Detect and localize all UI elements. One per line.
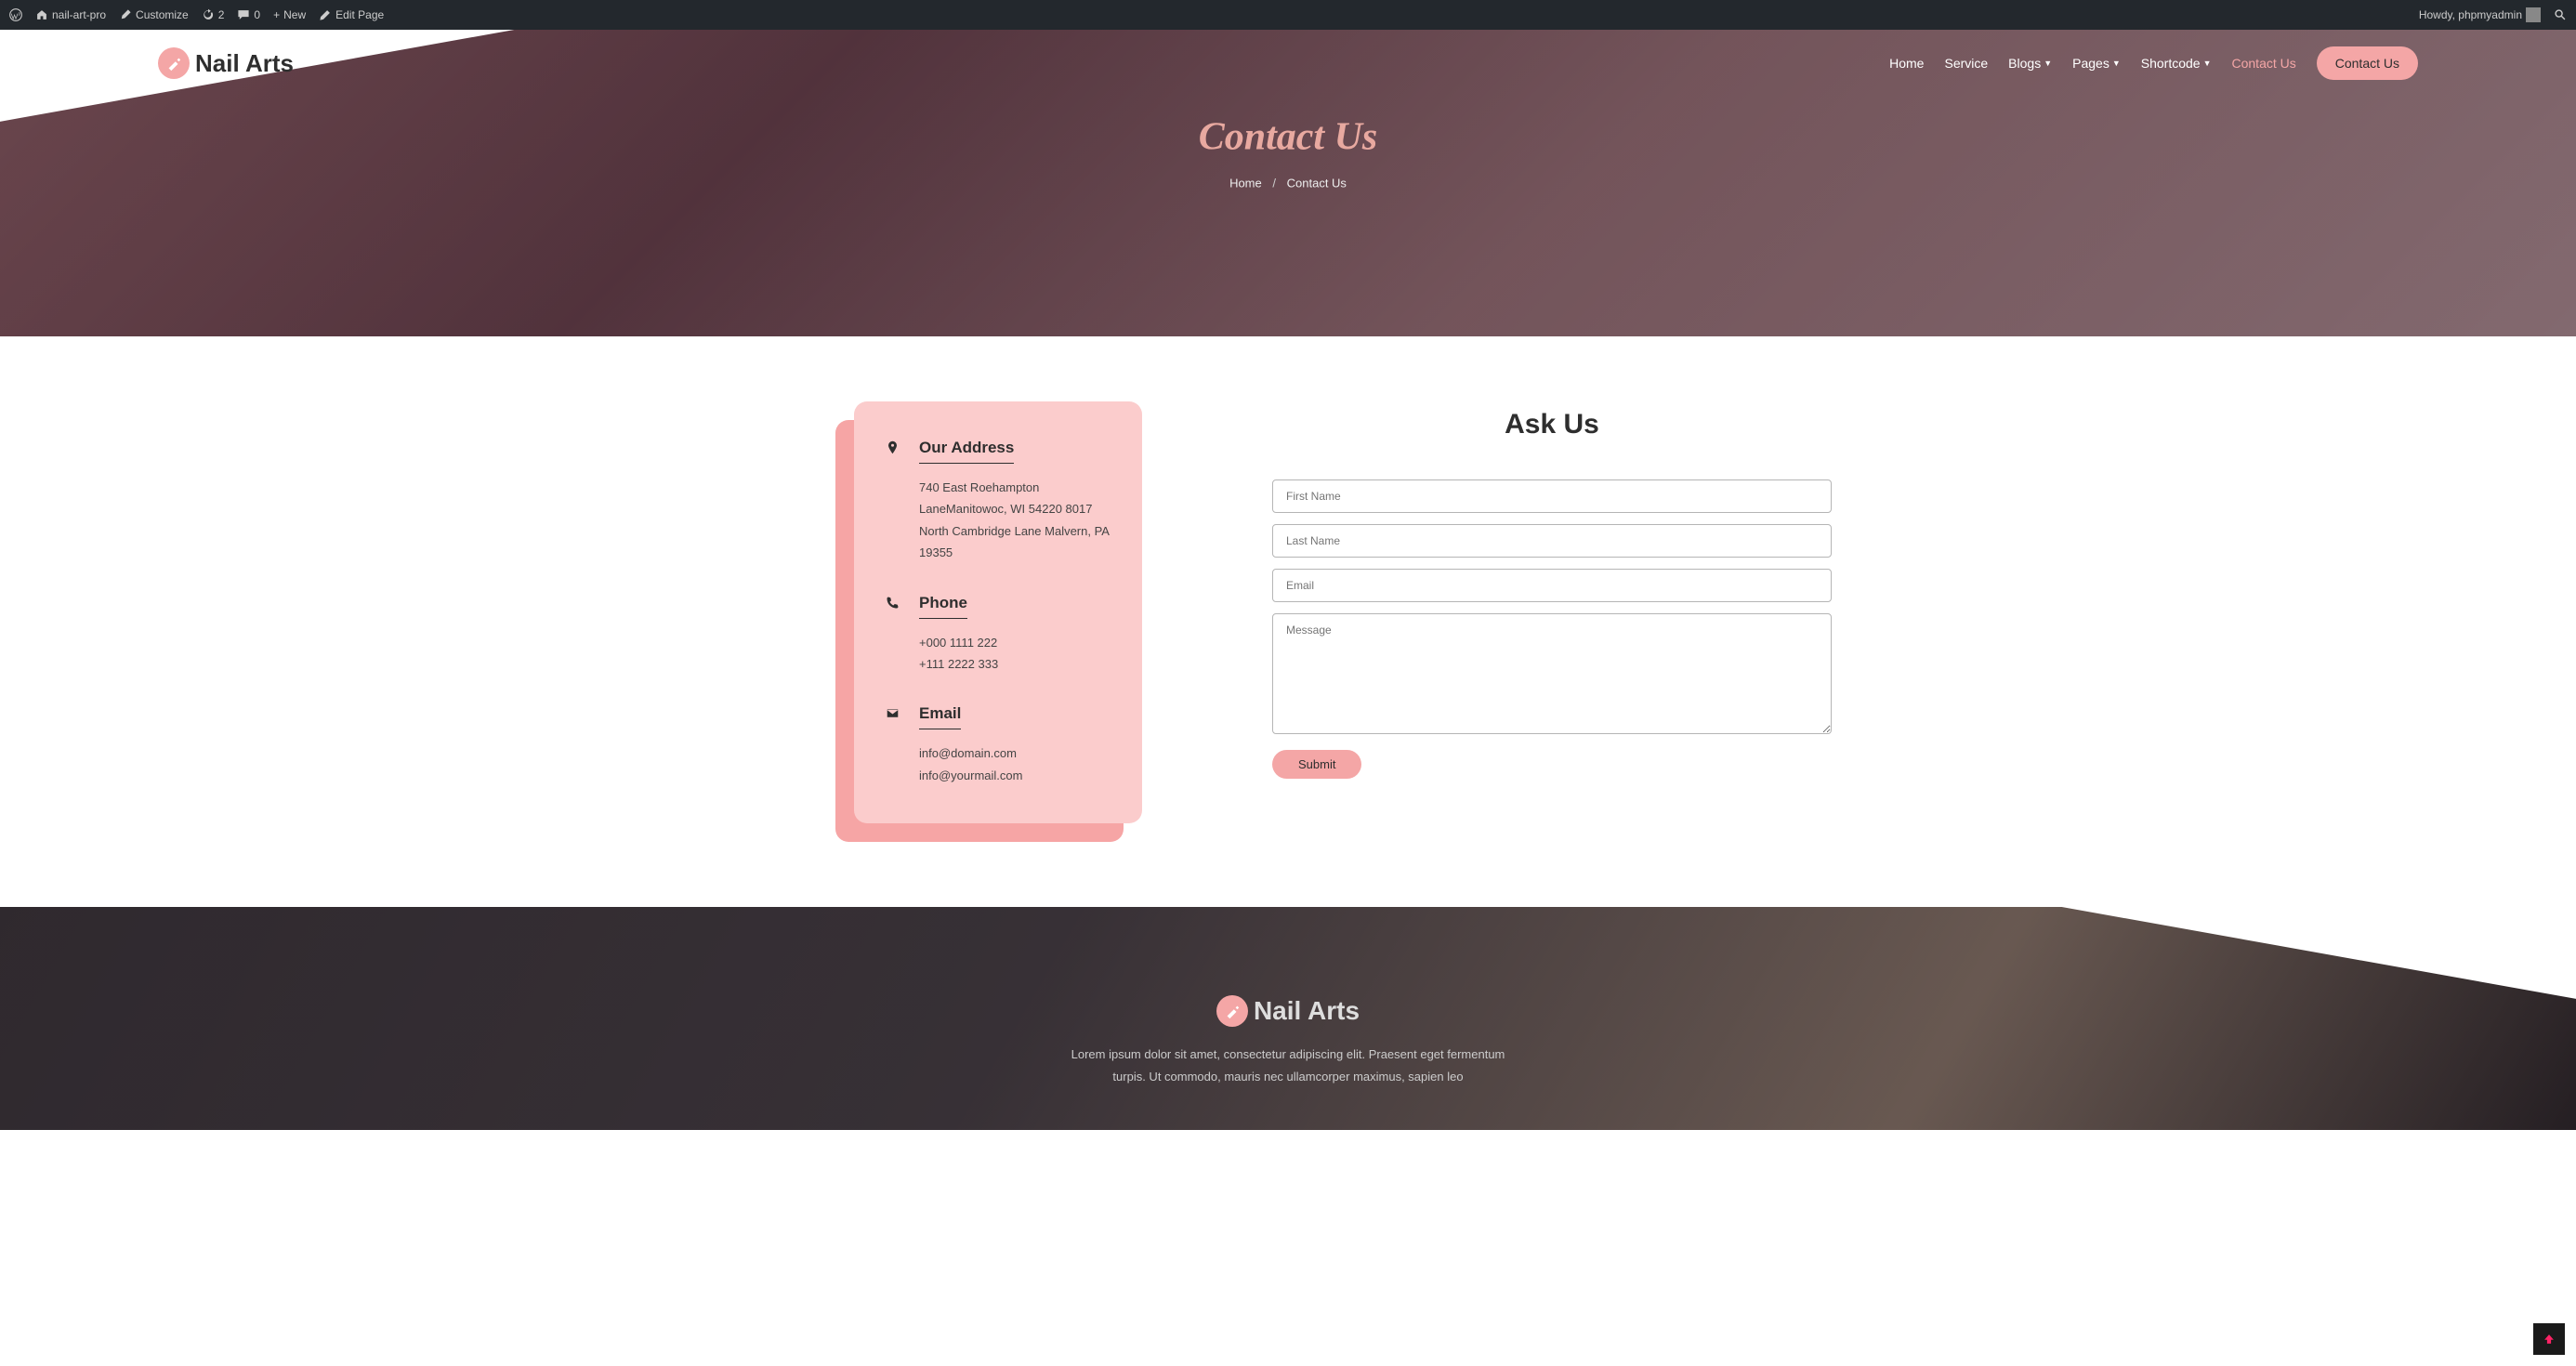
site-footer: Nail Arts Lorem ipsum dolor sit amet, co… [0,907,2576,1130]
nav-blogs[interactable]: Blogs▼ [2008,56,2052,71]
mail-icon [886,704,902,786]
phone-title: Phone [919,594,967,619]
phone-number: +111 2222 333 [919,653,998,675]
main-nav: Home Service Blogs▼ Pages▼ Shortcode▼ Co… [1889,46,2418,80]
brush-icon [119,8,132,21]
wp-search[interactable] [2554,8,2567,21]
nav-shortcode[interactable]: Shortcode▼ [2141,56,2212,71]
wp-customize[interactable]: Customize [119,8,189,21]
phone-icon [886,594,902,676]
breadcrumb-home[interactable]: Home [1229,177,1262,190]
footer-triangle-overlay [2057,907,2576,999]
address-line: North Cambridge Lane Malvern, PA 19355 [919,520,1111,564]
comment-icon [237,8,250,21]
form-title: Ask Us [1272,409,1832,440]
wp-updates[interactable]: 2 [202,8,225,21]
nav-contact-us[interactable]: Contact Us [2232,56,2296,71]
nav-service[interactable]: Service [1944,56,1988,71]
email-title: Email [919,704,961,729]
nail-icon [1224,1003,1241,1019]
wp-edit-page[interactable]: Edit Page [319,8,384,21]
footer-logo-text: Nail Arts [1254,996,1360,1026]
submit-button[interactable]: Submit [1272,750,1361,779]
wordpress-icon [9,8,22,21]
wp-site-name[interactable]: nail-art-pro [35,8,106,21]
logo-text: Nail Arts [195,49,294,78]
caret-down-icon: ▼ [2044,59,2052,68]
wp-comments[interactable]: 0 [237,8,260,21]
nail-icon [165,55,182,72]
breadcrumb-separator: / [1272,177,1276,190]
contact-email: Email info@domain.com info@yourmail.com [886,704,1111,786]
breadcrumb: Home / Contact Us [1199,177,1378,190]
address-line: 740 East Roehampton [919,477,1111,498]
email-address: info@yourmail.com [919,765,1022,786]
hero-section: Nail Arts Home Service Blogs▼ Pages▼ Sho… [0,30,2576,336]
nav-home[interactable]: Home [1889,56,1924,71]
logo-mark [158,47,190,79]
contact-us-button[interactable]: Contact Us [2317,46,2418,80]
site-header: Nail Arts Home Service Blogs▼ Pages▼ Sho… [0,30,2576,80]
plus-icon: + [273,8,280,21]
scroll-to-top-button[interactable] [2533,1323,2565,1355]
contact-form: Ask Us Submit [1272,401,1832,823]
logo-mark [1216,995,1248,1027]
arrow-up-icon [2543,1333,2556,1346]
message-textarea[interactable] [1272,613,1832,734]
caret-down-icon: ▼ [2203,59,2212,68]
caret-down-icon: ▼ [2112,59,2121,68]
site-logo[interactable]: Nail Arts [158,47,294,79]
footer-description: Lorem ipsum dolor sit amet, consectetur … [1056,1044,1520,1106]
search-icon [2554,8,2567,21]
contact-address: Our Address 740 East Roehampton LaneMani… [886,439,1111,564]
wp-howdy[interactable]: Howdy, phpmyadmin [2419,7,2541,22]
home-icon [35,8,48,21]
last-name-input[interactable] [1272,524,1832,558]
contact-phone: Phone +000 1111 222 +111 2222 333 [886,594,1111,676]
wp-logo[interactable] [9,8,22,21]
phone-number: +000 1111 222 [919,632,998,653]
address-line: LaneManitowoc, WI 54220 8017 [919,498,1111,519]
first-name-input[interactable] [1272,479,1832,513]
breadcrumb-current: Contact Us [1287,177,1347,190]
wp-admin-bar: nail-art-pro Customize 2 0 +New Edit Pag… [0,0,2576,30]
contact-card: Our Address 740 East Roehampton LaneMani… [854,401,1142,823]
address-title: Our Address [919,439,1014,464]
email-input[interactable] [1272,569,1832,602]
pencil-icon [319,8,332,21]
main-content: Our Address 740 East Roehampton LaneMani… [0,336,2576,907]
wp-new[interactable]: +New [273,8,306,21]
email-address: info@domain.com [919,742,1022,764]
refresh-icon [202,8,215,21]
footer-logo[interactable]: Nail Arts [0,995,2576,1027]
page-title: Contact Us [1199,115,1378,160]
nav-pages[interactable]: Pages▼ [2072,56,2121,71]
location-icon [886,439,902,564]
avatar [2526,7,2541,22]
